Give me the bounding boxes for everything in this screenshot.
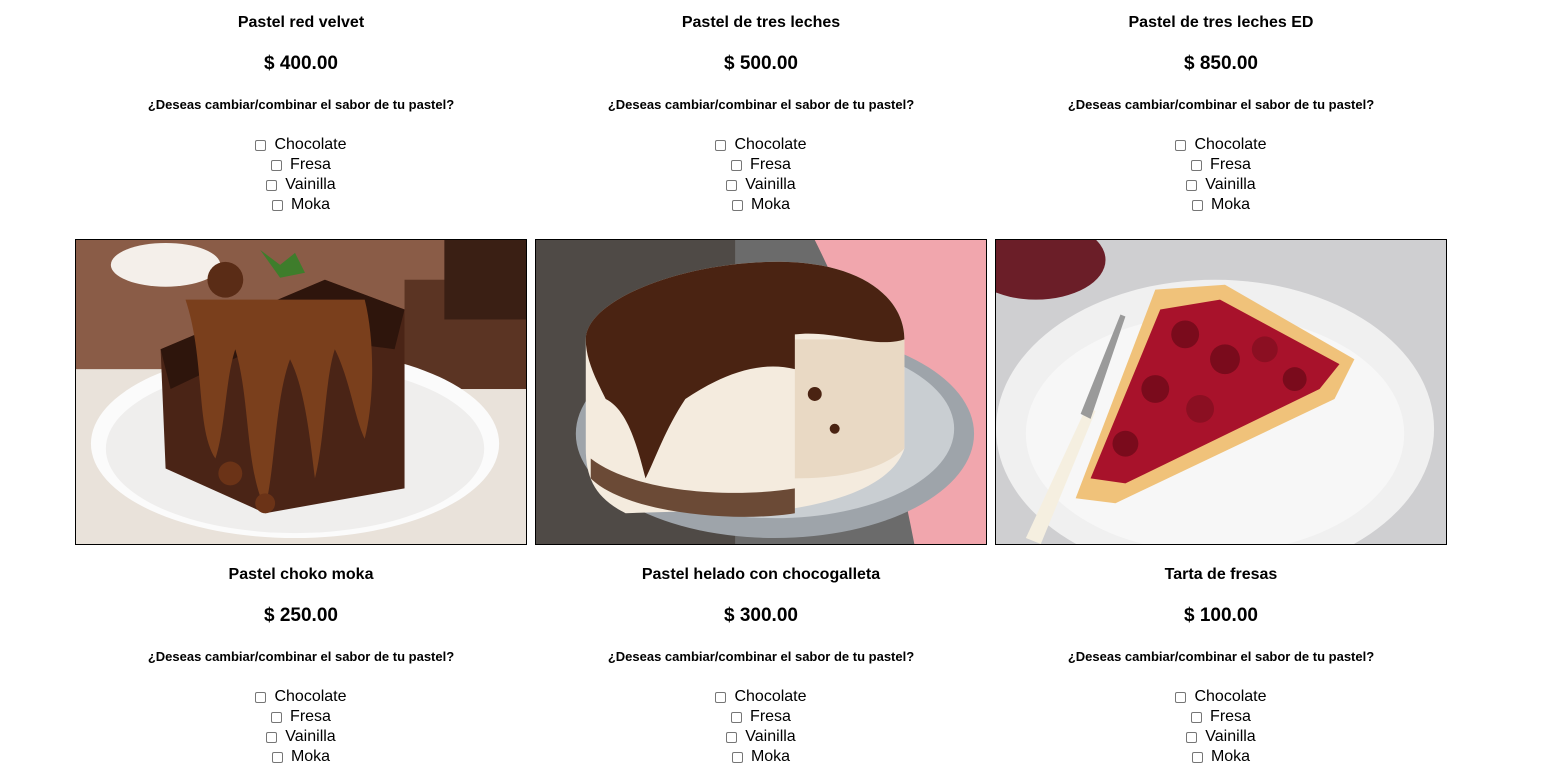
flavor-label: Vainilla — [285, 728, 336, 745]
flavor-option-vainilla[interactable]: Vainilla — [535, 175, 987, 195]
product-price: $ 300.00 — [724, 605, 798, 626]
flavor-label: Chocolate — [734, 688, 807, 705]
flavor-label: Vainilla — [1205, 728, 1256, 745]
flavor-label: Vainilla — [1205, 176, 1256, 193]
flavor-label: Moka — [290, 196, 331, 213]
flavor-checkbox[interactable] — [255, 691, 267, 703]
flavor-option-fresa[interactable]: Fresa — [535, 707, 987, 727]
flavor-option-vainilla[interactable]: Vainilla — [995, 727, 1447, 747]
chocolate-ice-cream-cake-photo — [535, 239, 987, 545]
flavor-label: Fresa — [290, 156, 331, 173]
flavor-checkbox[interactable] — [731, 199, 743, 211]
flavor-checkbox[interactable] — [715, 139, 727, 151]
flavor-label: Chocolate — [274, 136, 347, 153]
flavor-checkbox[interactable] — [1175, 691, 1187, 703]
product-name: Pastel red velvet — [237, 14, 365, 31]
flavor-label: Moka — [750, 196, 791, 213]
flavor-checkbox[interactable] — [731, 159, 743, 171]
flavor-option-moka[interactable]: Moka — [75, 195, 527, 215]
product-price: $ 500.00 — [724, 53, 798, 74]
flavor-options: Chocolate Fresa Vainilla Moka — [535, 135, 987, 215]
product-name: Pastel de tres leches ED — [1128, 14, 1314, 31]
flavor-label: Fresa — [750, 156, 791, 173]
flavor-checkbox[interactable] — [726, 731, 738, 743]
flavor-label: Chocolate — [734, 136, 807, 153]
flavor-option-chocolate[interactable]: Chocolate — [75, 687, 527, 707]
flavor-option-vainilla[interactable]: Vainilla — [75, 727, 527, 747]
flavor-question: ¿Deseas cambiar/combinar el sabor de tu … — [1067, 97, 1375, 112]
flavor-label: Chocolate — [1194, 688, 1267, 705]
flavor-option-chocolate[interactable]: Chocolate — [75, 135, 527, 155]
product-name: Pastel choko moka — [228, 566, 374, 583]
flavor-label: Vainilla — [745, 728, 796, 745]
flavor-label: Fresa — [1210, 156, 1251, 173]
flavor-label: Moka — [750, 748, 791, 765]
flavor-option-fresa[interactable]: Fresa — [535, 155, 987, 175]
flavor-checkbox[interactable] — [731, 711, 743, 723]
flavor-option-moka[interactable]: Moka — [995, 747, 1447, 767]
flavor-question: ¿Deseas cambiar/combinar el sabor de tu … — [607, 97, 915, 112]
flavor-option-fresa[interactable]: Fresa — [995, 707, 1447, 727]
flavor-option-fresa[interactable]: Fresa — [995, 155, 1447, 175]
product-price: $ 850.00 — [1184, 53, 1258, 74]
flavor-checkbox[interactable] — [726, 179, 738, 191]
flavor-options: Chocolate Fresa Vainilla Moka — [75, 135, 527, 215]
flavor-label: Vainilla — [285, 176, 336, 193]
flavor-label: Fresa — [1210, 708, 1251, 725]
flavor-label: Fresa — [290, 708, 331, 725]
flavor-checkbox[interactable] — [1191, 711, 1203, 723]
flavor-options: Chocolate Fresa Vainilla Moka — [535, 687, 987, 767]
flavor-checkbox[interactable] — [255, 139, 267, 151]
flavor-label: Vainilla — [745, 176, 796, 193]
flavor-checkbox[interactable] — [1191, 199, 1203, 211]
product-name: Pastel helado con chocogalleta — [641, 566, 881, 583]
product-price: $ 100.00 — [1184, 605, 1258, 626]
flavor-label: Chocolate — [274, 688, 347, 705]
flavor-checkbox[interactable] — [266, 731, 278, 743]
flavor-checkbox[interactable] — [731, 751, 743, 763]
flavor-checkbox[interactable] — [1175, 139, 1187, 151]
flavor-checkbox[interactable] — [271, 711, 283, 723]
flavor-option-vainilla[interactable]: Vainilla — [75, 175, 527, 195]
flavor-checkbox[interactable] — [1191, 751, 1203, 763]
flavor-option-chocolate[interactable]: Chocolate — [535, 135, 987, 155]
product-name: Tarta de fresas — [1164, 566, 1278, 583]
flavor-label: Chocolate — [1194, 136, 1267, 153]
flavor-option-moka[interactable]: Moka — [75, 747, 527, 767]
flavor-option-fresa[interactable]: Fresa — [75, 707, 527, 727]
flavor-option-vainilla[interactable]: Vainilla — [995, 175, 1447, 195]
flavor-label: Moka — [1210, 748, 1251, 765]
flavor-checkbox[interactable] — [271, 199, 283, 211]
flavor-option-fresa[interactable]: Fresa — [75, 155, 527, 175]
flavor-option-moka[interactable]: Moka — [535, 195, 987, 215]
flavor-question: ¿Deseas cambiar/combinar el sabor de tu … — [1067, 649, 1375, 664]
flavor-label: Fresa — [750, 708, 791, 725]
flavor-checkbox[interactable] — [271, 159, 283, 171]
flavor-option-vainilla[interactable]: Vainilla — [535, 727, 987, 747]
flavor-question: ¿Deseas cambiar/combinar el sabor de tu … — [147, 97, 455, 112]
flavor-checkbox[interactable] — [1186, 731, 1198, 743]
cherry-tart-slice-photo — [995, 239, 1447, 545]
flavor-checkbox[interactable] — [271, 751, 283, 763]
flavor-checkbox[interactable] — [1186, 179, 1198, 191]
flavor-options: Chocolate Fresa Vainilla Moka — [995, 687, 1447, 767]
flavor-question: ¿Deseas cambiar/combinar el sabor de tu … — [607, 649, 915, 664]
product-name: Pastel de tres leches — [681, 14, 841, 31]
product-price: $ 250.00 — [264, 605, 338, 626]
flavor-checkbox[interactable] — [715, 691, 727, 703]
flavor-option-moka[interactable]: Moka — [535, 747, 987, 767]
flavor-option-moka[interactable]: Moka — [995, 195, 1447, 215]
flavor-option-chocolate[interactable]: Chocolate — [995, 687, 1447, 707]
flavor-option-chocolate[interactable]: Chocolate — [995, 135, 1447, 155]
flavor-checkbox[interactable] — [1191, 159, 1203, 171]
flavor-option-chocolate[interactable]: Chocolate — [535, 687, 987, 707]
flavor-label: Moka — [290, 748, 331, 765]
product-price: $ 400.00 — [264, 53, 338, 74]
flavor-options: Chocolate Fresa Vainilla Moka — [995, 135, 1447, 215]
flavor-checkbox[interactable] — [266, 179, 278, 191]
chocolate-cake-slice-photo — [75, 239, 527, 545]
flavor-options: Chocolate Fresa Vainilla Moka — [75, 687, 527, 767]
flavor-question: ¿Deseas cambiar/combinar el sabor de tu … — [147, 649, 455, 664]
flavor-label: Moka — [1210, 196, 1251, 213]
